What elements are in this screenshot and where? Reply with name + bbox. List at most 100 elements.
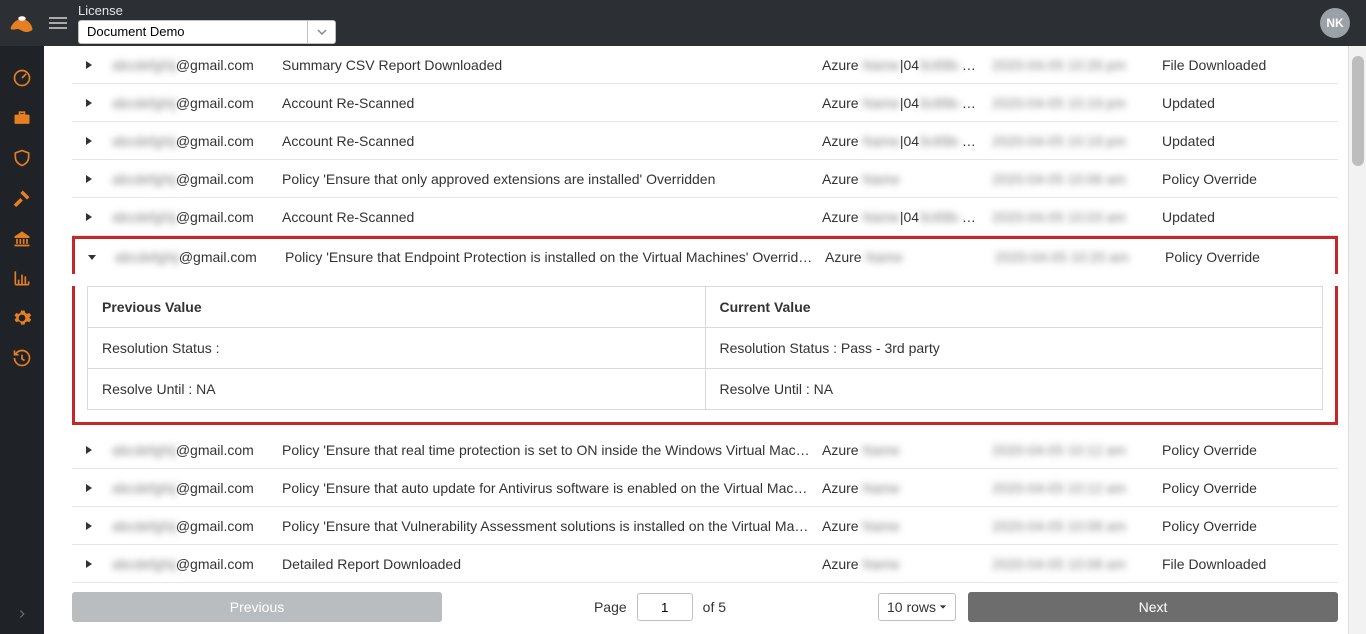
license-label: License (78, 3, 336, 18)
account-cell: Azure Name (816, 548, 986, 580)
date-cell: 2020-04-05 10:03 am (986, 201, 1156, 233)
tag-cell: Updated (1156, 201, 1338, 233)
expand-toggle[interactable] (72, 128, 106, 154)
audit-grid: abcdefghij@gmail.com Summary CSV Report … (72, 46, 1338, 584)
table-row: abcdefghij@gmail.com Policy 'Ensure that… (72, 507, 1338, 545)
event-cell: Policy 'Ensure that auto update for Anti… (276, 472, 816, 504)
expand-toggle[interactable] (72, 475, 106, 501)
side-nav (0, 46, 44, 634)
nav-briefcase[interactable] (0, 98, 44, 138)
date-cell: 2020-04-05 10:19 pm (986, 87, 1156, 119)
table-row-expanded: abcdefghij@gmail.com Policy 'Ensure that… (72, 236, 1338, 274)
nav-settings[interactable] (0, 298, 44, 338)
license-select[interactable] (78, 20, 336, 44)
tag-cell: Policy Override (1156, 472, 1338, 504)
table-row: abcdefghij@gmail.com Policy 'Ensure that… (72, 431, 1338, 469)
account-cell: Azure Name|043c89b-78a… (816, 125, 986, 157)
nav-history[interactable] (0, 338, 44, 378)
previous-button[interactable]: Previous (72, 592, 442, 622)
expand-toggle[interactable] (72, 52, 106, 78)
event-cell: Account Re-Scanned (276, 87, 816, 119)
app-logo (0, 0, 44, 46)
next-button[interactable]: Next (968, 592, 1338, 622)
nav-bank[interactable] (0, 218, 44, 258)
detail-th-curr: Current Value (705, 287, 1323, 328)
row-detail: Previous Value Current Value Resolution … (72, 286, 1338, 425)
user-cell: abcdefghij@gmail.com (106, 548, 276, 580)
table-row: abcdefghij@gmail.com Account Re-Scanned … (72, 122, 1338, 160)
account-cell: Azure Name (816, 434, 986, 466)
page-input[interactable] (637, 593, 693, 621)
tag-cell: Updated (1156, 125, 1338, 157)
rows-per-page-select[interactable]: 10 rows (878, 593, 956, 621)
table-row: abcdefghij@gmail.com Account Re-Scanned … (72, 84, 1338, 122)
nav-chart[interactable] (0, 258, 44, 298)
page-of-label: of 5 (703, 599, 726, 615)
expand-toggle[interactable] (72, 551, 106, 577)
rows-per-page-label: 10 rows (887, 599, 936, 615)
page-block: Page of 5 (454, 593, 866, 621)
sidebar-expand[interactable] (0, 594, 44, 634)
table-row: abcdefghij@gmail.com Policy 'Ensure that… (72, 469, 1338, 507)
expand-toggle[interactable] (72, 513, 106, 539)
date-cell: 2020-04-05 10:06 am (986, 163, 1156, 195)
expand-toggle[interactable] (72, 90, 106, 116)
date-cell: 2020-04-05 10:12 am (986, 472, 1156, 504)
detail-curr-resolution: Resolution Status : Pass - 3rd party (705, 328, 1323, 369)
detail-prev-resolution: Resolution Status : (88, 328, 706, 369)
user-cell: abcdefghij@gmail.com (106, 510, 276, 542)
account-cell: Azure Name|043c89b-78a… (816, 87, 986, 119)
tag-cell: Updated (1156, 87, 1338, 119)
tag-cell: Policy Override (1156, 434, 1338, 466)
user-cell: abcdefghij@gmail.com (106, 49, 276, 81)
user-cell: abcdefghij@gmail.com (106, 87, 276, 119)
chevron-down-icon (939, 603, 947, 611)
tag-cell: File Downloaded (1156, 49, 1338, 81)
avatar[interactable]: NK (1320, 8, 1350, 38)
account-cell: Azure Name (819, 241, 989, 273)
date-cell: 2020-04-05 10:20 am (989, 241, 1159, 273)
expand-toggle[interactable] (72, 437, 106, 463)
user-cell: abcdefghij@gmail.com (106, 434, 276, 466)
license-input[interactable] (79, 21, 307, 43)
user-cell: abcdefghij@gmail.com (109, 241, 279, 273)
nav-gavel[interactable] (0, 178, 44, 218)
page-label: Page (594, 599, 627, 615)
account-cell: Azure Name (816, 163, 986, 195)
tag-cell: File Downloaded (1156, 548, 1338, 580)
account-cell: Azure Name (816, 510, 986, 542)
expand-toggle[interactable] (72, 166, 106, 192)
expand-toggle[interactable] (72, 204, 106, 230)
tag-cell: Policy Override (1156, 163, 1338, 195)
account-cell: Azure Name (816, 472, 986, 504)
account-cell: Azure Name|043c89b-78ad… (816, 49, 986, 81)
date-cell: 2020-04-05 10:19 pm (986, 125, 1156, 157)
detail-th-prev: Previous Value (88, 287, 706, 328)
event-cell: Account Re-Scanned (276, 201, 816, 233)
tag-cell: Policy Override (1159, 241, 1335, 273)
user-cell: abcdefghij@gmail.com (106, 163, 276, 195)
date-cell: 2020-04-05 10:08 am (986, 510, 1156, 542)
event-cell: Policy 'Ensure that real time protection… (276, 434, 816, 466)
user-cell: abcdefghij@gmail.com (106, 472, 276, 504)
nav-dashboard[interactable] (0, 58, 44, 98)
detail-curr-resolve-until: Resolve Until : NA (705, 369, 1323, 410)
user-cell: abcdefghij@gmail.com (106, 201, 276, 233)
nav-shield[interactable] (0, 138, 44, 178)
event-cell: Detailed Report Downloaded (276, 548, 816, 580)
license-block: License (78, 3, 336, 44)
chevron-down-icon[interactable] (307, 21, 335, 43)
menu-toggle[interactable] (44, 0, 72, 46)
page-scrollbar[interactable] (1348, 46, 1366, 634)
date-cell: 2020-04-05 10:08 am (986, 548, 1156, 580)
date-cell: 2020-04-05 10:26 pm (986, 49, 1156, 81)
event-cell: Policy 'Ensure that Vulnerability Assess… (276, 510, 816, 542)
pagination-footer: Previous Page of 5 10 rows Next (44, 584, 1348, 634)
event-cell: Summary CSV Report Downloaded (276, 49, 816, 81)
detail-prev-resolve-until: Resolve Until : NA (88, 369, 706, 410)
scroll-thumb[interactable] (1352, 56, 1364, 166)
table-row: abcdefghij@gmail.com Summary CSV Report … (72, 46, 1338, 84)
collapse-toggle[interactable] (75, 244, 109, 270)
table-row: abcdefghij@gmail.com Detailed Report Dow… (72, 545, 1338, 583)
event-cell: Policy 'Ensure that only approved extens… (276, 163, 816, 195)
